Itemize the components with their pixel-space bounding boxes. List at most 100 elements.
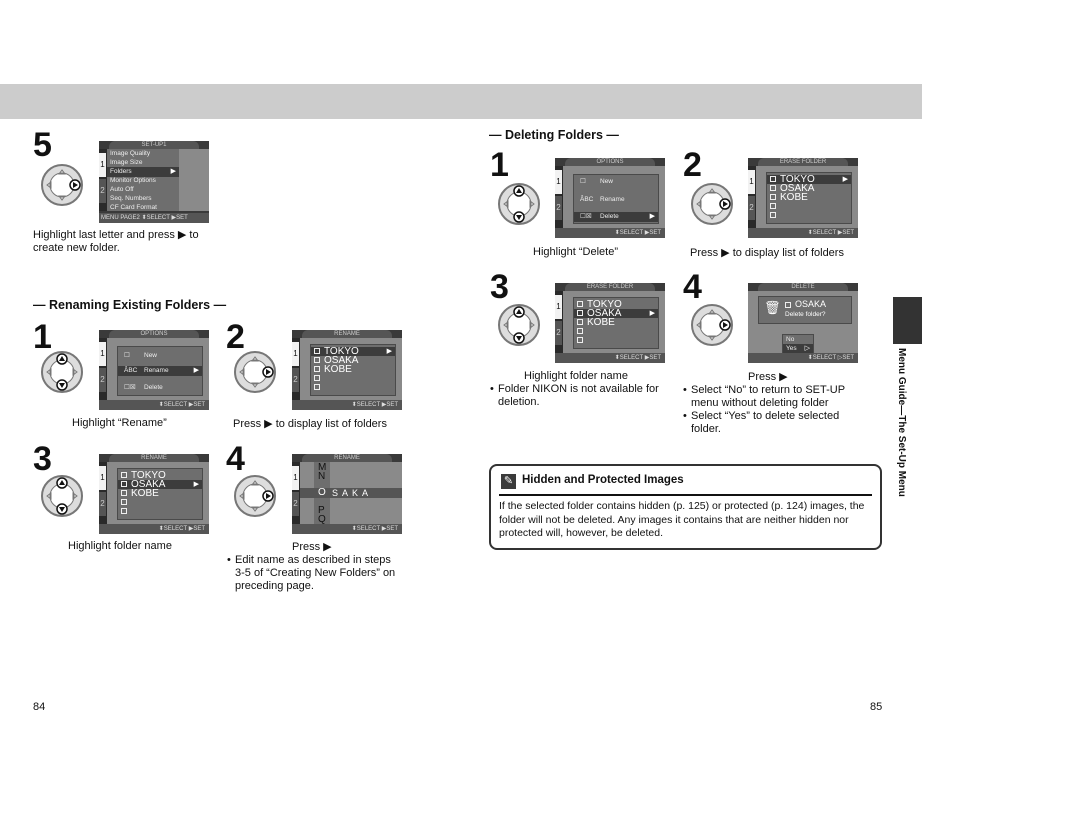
- note-title: Hidden and Protected Images: [522, 474, 684, 486]
- lcd-options-menu: OPTIONS 12 ☐ New ÂBC Rename ▶ ☐☒ Delete ⬍SEL…: [99, 330, 209, 410]
- pencil-icon: ✎: [501, 474, 516, 489]
- note-box: ✎ Hidden and Protected Images If the sel…: [489, 464, 882, 550]
- lcd-footer: ⬍SELECT ▶SET: [292, 524, 402, 534]
- page-number-left: 84: [33, 701, 46, 713]
- folder-item: KOBE: [118, 489, 202, 499]
- section-heading-renaming: — Renaming Existing Folders —: [33, 298, 227, 312]
- lcd-title: OPTIONS: [565, 158, 655, 166]
- lcd-title: ERASE FOLDER: [758, 158, 848, 166]
- lcd-footer: ⬍SELECT ▶SET: [292, 400, 402, 410]
- folder-item-empty: [574, 327, 658, 336]
- lcd-rename-list: RENAME 12 TOKYO OSAKA ▶ KOBE ⬍SELECT ▶SET: [99, 454, 209, 534]
- page-number-right: 85: [870, 701, 883, 713]
- trash-icon: 🗑: [764, 300, 781, 315]
- lcd-footer: ⬍SELECT ▶SET: [99, 524, 209, 534]
- lcd-rename-edit: RENAME 12 M N O S A K A P Q ⬍SELECT ▶SET: [292, 454, 402, 534]
- step-caption: Highlight “Rename”: [72, 417, 167, 429]
- lcd-menu-item: ÂBC Rename: [580, 196, 625, 203]
- step-caption: Highlight folder name: [68, 540, 172, 552]
- lcd-title: RENAME: [302, 454, 392, 462]
- lcd-menu-item-highlighted: ☐☒ Delete ▶: [574, 212, 658, 222]
- dial-right-icon: [233, 474, 277, 518]
- lcd-title: RENAME: [302, 330, 392, 338]
- lcd-options-menu: OPTIONS 12 ☐ New ÂBC Rename ☐☒ Delete ▶ ⬍SEL…: [555, 158, 665, 238]
- note-divider: [499, 494, 872, 496]
- step-number: 1: [490, 146, 509, 184]
- folder-item-empty: [311, 383, 395, 392]
- lcd-menu-item: ☐☒ Delete: [124, 384, 163, 391]
- lcd-title: SET-UP1: [109, 141, 199, 149]
- folder-item-empty: [118, 507, 202, 516]
- lcd-menu-item: ☐ New: [124, 352, 158, 359]
- dial-right-icon: [690, 303, 734, 347]
- option-yes-highlighted: Yes ▷: [783, 344, 813, 353]
- step-number: 2: [226, 318, 245, 356]
- bullet-item: • Edit name as described in steps 3-5 of …: [227, 554, 396, 592]
- lcd-tab-1: 1: [99, 153, 106, 177]
- step-number: 4: [226, 440, 245, 478]
- lcd-setup-menu: SET-UP1 1 2 Image Quality Image Size Fol…: [99, 141, 209, 223]
- lcd-footer: ⬍SELECT ▶SET: [99, 400, 209, 410]
- step-caption: Press ▶ to display list of folders: [233, 418, 387, 430]
- dial-updown-icon: [497, 303, 541, 347]
- name-edit-row: O S A K A: [300, 488, 402, 498]
- step-caption: Press ▶ to display list of folders: [690, 247, 844, 259]
- dial-right-icon: [40, 163, 84, 207]
- step-number: 1: [33, 318, 52, 356]
- lcd-title: DELETE: [758, 283, 848, 291]
- folder-item: KOBE: [767, 193, 851, 203]
- section-heading-deleting: — Deleting Folders —: [489, 128, 619, 142]
- dial-updown-icon: [40, 474, 84, 518]
- lcd-title: RENAME: [109, 454, 199, 462]
- letter-above: N: [318, 471, 326, 482]
- step-caption: Highlight folder name: [524, 370, 628, 382]
- side-tab-label: Menu Guide—The Set-Up Menu: [896, 348, 907, 497]
- lcd-erase-folder-list: ERASE FOLDER 12 TOKYO OSAKA ▶ KOBE ⬍SELEC…: [555, 283, 665, 363]
- bullet-item: • Folder NIKON is not available for delet…: [490, 383, 659, 408]
- bullet-item: • Select “Yes” to delete selected folder.: [683, 410, 840, 435]
- delete-prompt: Delete folder?: [785, 311, 826, 318]
- dial-right-icon: [233, 350, 277, 394]
- folder-item-empty: [767, 211, 851, 220]
- header-band: [0, 84, 922, 119]
- folder-item-empty: [767, 202, 851, 211]
- folder-item: KOBE: [574, 318, 658, 328]
- lcd-menu-item: ☐ New: [580, 178, 614, 185]
- confirm-options: No Yes ▷: [782, 334, 814, 355]
- lcd-menu-item: CF Card Format: [110, 204, 157, 211]
- lcd-footer: ⬍SELECT ▶SET: [555, 228, 665, 238]
- lcd-footer: ⬍SELECT ▶SET: [555, 353, 665, 363]
- delete-folder-name: OSAKA: [785, 299, 826, 309]
- folder-item: KOBE: [311, 365, 395, 375]
- lcd-title: ERASE FOLDER: [565, 283, 655, 291]
- step-number: 3: [33, 440, 52, 478]
- side-tab-marker: [893, 297, 922, 344]
- bullet-item: • Select “No” to return to SET-UP menu wi…: [683, 384, 845, 409]
- lcd-rename-list: RENAME 12 TOKYO ▶ OSAKA KOBE ⬍SELECT ▶SET: [292, 330, 402, 410]
- lcd-menu-item-highlighted: ÂBC Rename ▶: [118, 366, 202, 376]
- step-caption: Highlight last letter and press ▶ to cre…: [33, 229, 199, 254]
- dial-updown-icon: [40, 350, 84, 394]
- dial-right-icon: [690, 182, 734, 226]
- step-number: 4: [683, 268, 702, 306]
- note-body: If the selected folder contains hidden (…: [499, 500, 865, 539]
- folder-item-empty: [118, 498, 202, 507]
- option-no: No: [786, 336, 795, 343]
- lcd-footer: MENU PAGE2 ⬍SELECT ▶SET: [99, 213, 209, 223]
- folder-item-empty: [574, 336, 658, 345]
- dial-updown-icon: [497, 182, 541, 226]
- step-number: 5: [33, 126, 52, 164]
- step-caption: Press ▶: [748, 371, 788, 383]
- folder-item-empty: [311, 374, 395, 383]
- step-number: 2: [683, 146, 702, 184]
- letter-below: Q: [318, 514, 326, 525]
- lcd-footer: ⬍SELECT ▶SET: [748, 228, 858, 238]
- lcd-footer: ⬍SELECT ▷SET: [748, 353, 858, 363]
- lcd-delete-confirm: DELETE 🗑 OSAKA Delete folder? No Yes ▷ ⬍S…: [748, 283, 858, 363]
- lcd-tab-2: 2: [99, 179, 106, 203]
- lcd-erase-folder-list: ERASE FOLDER 12 TOKYO ▶ OSAKA KOBE ⬍SELEC…: [748, 158, 858, 238]
- step-number: 3: [490, 268, 509, 306]
- lcd-title: OPTIONS: [109, 330, 199, 338]
- step-caption: Highlight “Delete”: [533, 246, 618, 258]
- step-caption: Press ▶: [292, 541, 332, 553]
